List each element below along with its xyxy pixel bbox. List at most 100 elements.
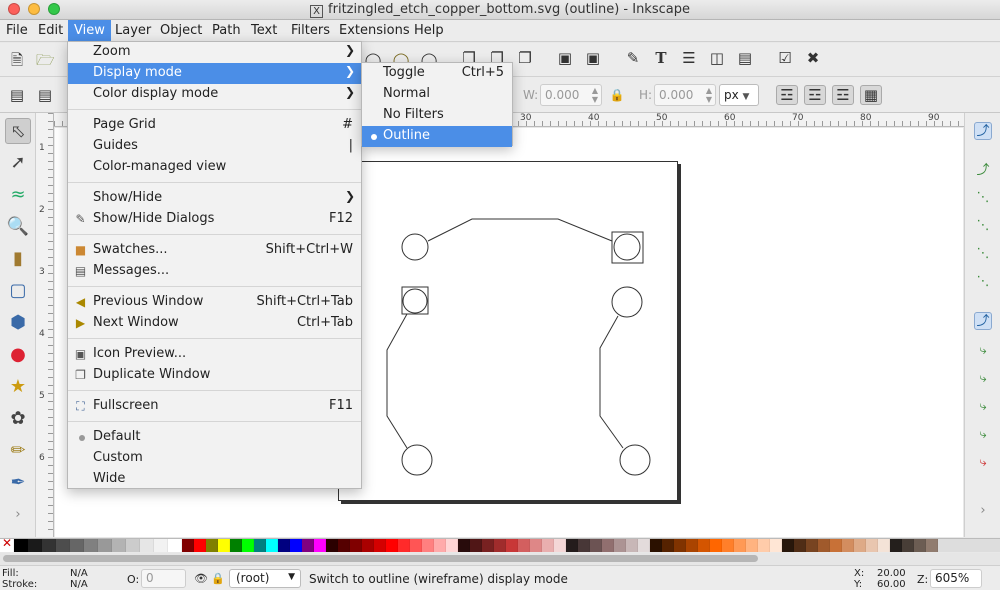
color-swatch[interactable] xyxy=(84,539,98,552)
color-swatch[interactable] xyxy=(578,539,590,552)
color-swatch[interactable] xyxy=(278,539,290,552)
color-swatch[interactable] xyxy=(866,539,878,552)
color-swatch[interactable] xyxy=(386,539,398,552)
color-swatch[interactable] xyxy=(182,539,194,552)
horizontal-scrollbar[interactable] xyxy=(0,553,1000,565)
spin-arrows-icon[interactable]: ▲ ▼ xyxy=(592,86,598,104)
menu-item-color-managed-view[interactable]: Color-managed view xyxy=(68,157,361,178)
color-swatch[interactable] xyxy=(194,539,206,552)
scrollbar-thumb[interactable] xyxy=(3,555,758,562)
color-swatch[interactable] xyxy=(674,539,686,552)
color-swatch[interactable] xyxy=(758,539,770,552)
menu-item-no-filters[interactable]: No Filters xyxy=(362,105,512,126)
color-swatch[interactable] xyxy=(230,539,242,552)
color-swatch[interactable] xyxy=(566,539,578,552)
preferences-icon[interactable]: ✖ xyxy=(804,49,822,67)
zoom-tool-icon[interactable]: 🔍 xyxy=(5,214,31,240)
menu-view[interactable]: View xyxy=(68,20,111,42)
menu-extensions[interactable]: Extensions xyxy=(339,23,410,38)
menu-item-show-hide[interactable]: Show/Hide ❯ xyxy=(68,188,361,209)
scale-stroke-toggle[interactable]: ☲ xyxy=(776,85,798,105)
color-swatch[interactable] xyxy=(154,539,168,552)
menu-item-outline[interactable]: Outline xyxy=(362,126,512,147)
color-swatch[interactable] xyxy=(662,539,674,552)
color-swatch[interactable] xyxy=(602,539,614,552)
pad-circle[interactable] xyxy=(401,233,429,261)
menu-item-duplicate-window[interactable]: ❐ Duplicate Window xyxy=(68,365,361,386)
color-swatch[interactable] xyxy=(686,539,698,552)
color-swatch[interactable] xyxy=(482,539,494,552)
layer-visibility-icon[interactable]: 👁 xyxy=(192,570,210,588)
color-swatch[interactable] xyxy=(254,539,266,552)
color-swatch[interactable] xyxy=(56,539,70,552)
color-swatch[interactable] xyxy=(410,539,422,552)
star-tool-icon[interactable]: ★ xyxy=(5,374,31,400)
color-swatch[interactable] xyxy=(70,539,84,552)
color-swatch[interactable] xyxy=(350,539,362,552)
move-gradients-toggle[interactable]: ☲ xyxy=(832,85,854,105)
color-swatch[interactable] xyxy=(446,539,458,552)
color-swatch[interactable] xyxy=(126,539,140,552)
pad-circle[interactable] xyxy=(402,288,428,314)
rectangle-tool-icon[interactable]: ▢ xyxy=(5,278,31,304)
color-swatch[interactable] xyxy=(206,539,218,552)
menu-item-wide[interactable]: Wide xyxy=(68,469,361,490)
color-swatch[interactable] xyxy=(290,539,302,552)
3d-box-tool-icon[interactable]: ⬢ xyxy=(5,310,31,336)
color-swatch[interactable] xyxy=(770,539,782,552)
layers-icon[interactable]: ☰ xyxy=(680,49,698,67)
trace-top[interactable] xyxy=(427,218,613,242)
menu-item-custom[interactable]: Custom xyxy=(68,448,361,469)
color-swatch[interactable] xyxy=(794,539,806,552)
color-swatch[interactable] xyxy=(422,539,434,552)
snap-smooth-nodes-icon[interactable]: ⤷ xyxy=(974,426,992,444)
move-patterns-toggle[interactable]: ▦ xyxy=(860,85,882,105)
color-swatch[interactable] xyxy=(746,539,758,552)
menu-item-guides[interactable]: Guides | xyxy=(68,136,361,157)
snap-toggle-icon[interactable]: ⤴ xyxy=(974,122,992,140)
no-paint-swatch[interactable]: ✕ xyxy=(0,536,14,552)
lock-icon[interactable]: 🔒 xyxy=(608,86,626,104)
selector-tool-icon[interactable]: ⬁ xyxy=(5,118,31,144)
menu-item-normal[interactable]: Normal xyxy=(362,84,512,105)
layer-lock-icon[interactable]: 🔒 xyxy=(209,570,227,588)
tweak-tool-icon[interactable]: ≈ xyxy=(5,182,31,208)
color-swatch[interactable] xyxy=(338,539,350,552)
color-swatch[interactable] xyxy=(458,539,470,552)
color-swatch[interactable] xyxy=(506,539,518,552)
menu-item-zoom[interactable]: Zoom ❯ xyxy=(68,42,361,63)
menu-item-show-hide-dialogs[interactable]: ✎ Show/Hide Dialogs F12 xyxy=(68,209,361,230)
menu-item-swatches[interactable]: ■ Swatches... Shift+Ctrl+W xyxy=(68,240,361,261)
menu-item-icon-preview[interactable]: ▣ Icon Preview... xyxy=(68,344,361,365)
color-swatch[interactable] xyxy=(530,539,542,552)
menu-help[interactable]: Help xyxy=(414,23,444,38)
color-swatch[interactable] xyxy=(914,539,926,552)
color-swatch[interactable] xyxy=(434,539,446,552)
unit-select[interactable]: px ▼ xyxy=(719,84,759,106)
menu-item-fullscreen[interactable]: ⛶ Fullscreen F11 xyxy=(68,396,361,417)
color-swatch[interactable] xyxy=(14,539,28,552)
pen-tool-icon[interactable]: ✒ xyxy=(5,470,31,496)
snap-paths-icon[interactable]: ⤷ xyxy=(974,342,992,360)
color-swatch[interactable] xyxy=(28,539,42,552)
menu-item-display-mode[interactable]: Display mode ❯ xyxy=(68,63,361,84)
menu-item-default[interactable]: Default xyxy=(68,427,361,448)
menu-item-color-display-mode[interactable]: Color display mode ❯ xyxy=(68,84,361,105)
color-swatch[interactable] xyxy=(614,539,626,552)
pad-circle[interactable] xyxy=(611,286,643,318)
color-swatch[interactable] xyxy=(878,539,890,552)
color-swatch[interactable] xyxy=(398,539,410,552)
new-document-icon[interactable]: 🗎 xyxy=(8,51,26,69)
opacity-input[interactable]: 0 xyxy=(141,569,186,588)
group-icon[interactable]: ▣ xyxy=(556,49,574,67)
menu-item-toggle[interactable]: Toggle Ctrl+5 xyxy=(362,63,512,84)
color-swatch[interactable] xyxy=(926,539,938,552)
color-swatch[interactable] xyxy=(818,539,830,552)
menu-layer[interactable]: Layer xyxy=(115,23,151,38)
more-tools-chevron-icon[interactable]: › xyxy=(5,502,31,528)
node-tool-icon[interactable]: ➚ xyxy=(5,150,31,176)
color-swatch[interactable] xyxy=(890,539,902,552)
document-properties-icon[interactable]: ☑ xyxy=(776,49,794,67)
color-swatch[interactable] xyxy=(782,539,794,552)
menu-item-previous-window[interactable]: ◀ Previous Window Shift+Ctrl+Tab xyxy=(68,292,361,313)
